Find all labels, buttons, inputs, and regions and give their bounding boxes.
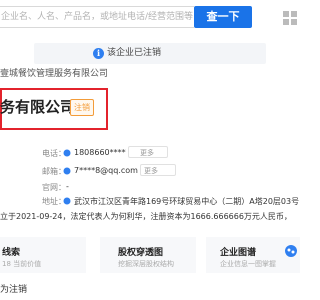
card-clues-sub: 18 当前价值 (2, 260, 42, 268)
search-input[interactable]: 企业名、人名、产品名，或地址电话/经营范围等 (0, 6, 194, 28)
company-name: 务有限公司 (0, 98, 76, 116)
address-value[interactable]: 武汉市江汉区青年路169号环球贸易中心（二期）A塔20层03号 (74, 196, 300, 207)
card-equity-chart-title: 股权穿透图 (118, 248, 164, 258)
grid-menu-icon[interactable] (282, 10, 298, 26)
status-badge: 注销 (70, 99, 94, 116)
website-label: 官网： (42, 183, 66, 192)
notice-text: 该企业已注销 (107, 48, 162, 58)
company-summary: 立于2021-09-24，法定代表人为何利华，注册资本为1666.666666万… (0, 212, 292, 221)
card-enterprise-graph-sub: 企业信息一图掌握 (220, 260, 276, 268)
email-value[interactable]: 7****8@qq.com (74, 166, 138, 175)
card-enterprise-graph-title: 企业图谱 (220, 248, 257, 258)
email-icon (63, 167, 71, 175)
phone-icon (63, 149, 71, 157)
company-crumb[interactable]: 壹城餐饮管理服务有限公司 (0, 68, 108, 81)
card-equity-chart-sub: 挖掘深层股权结构 (118, 260, 174, 268)
website-value: - (66, 182, 69, 191)
phone-more-label: 更多 (140, 149, 154, 157)
location-icon (63, 197, 71, 205)
search-button[interactable]: 查一下 (194, 6, 252, 28)
phone-value[interactable]: 1808660**** (74, 148, 126, 157)
info-icon: i (93, 48, 104, 59)
graph-icon (285, 245, 297, 257)
card-clues-title: 线索 (2, 248, 21, 258)
email-more-label: 更多 (144, 167, 158, 175)
status-text: 为注销 (0, 285, 28, 295)
